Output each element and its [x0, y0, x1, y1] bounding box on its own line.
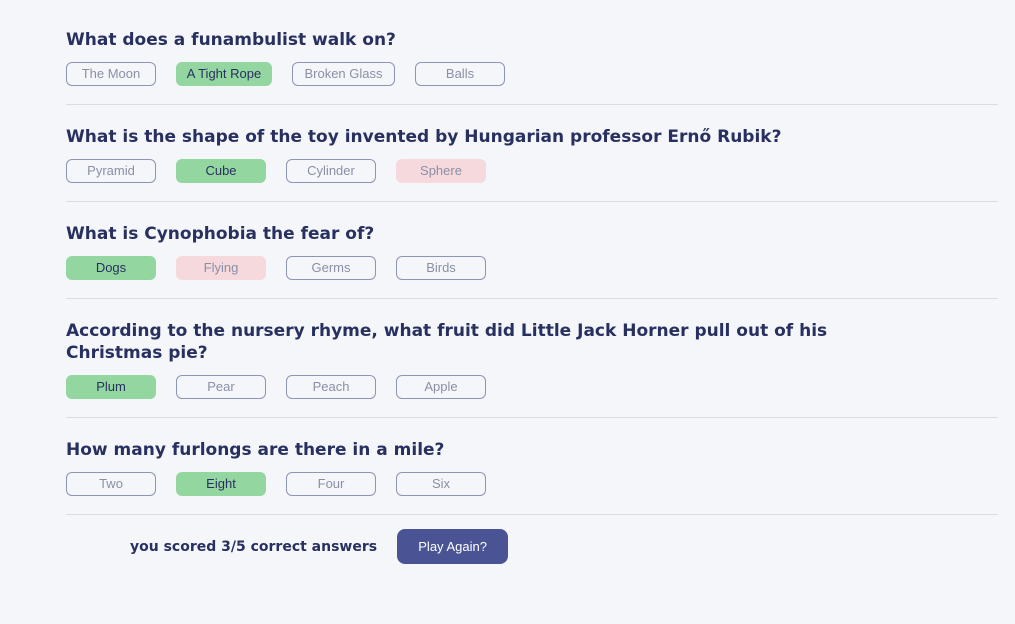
answer-option-correct[interactable]: Cube	[176, 159, 266, 183]
question-text: What is Cynophobia the fear of?	[66, 224, 375, 244]
answer-option[interactable]: Six	[396, 472, 486, 496]
quiz-results-page: What does a funambulist walk on? The Moo…	[0, 0, 1015, 624]
answer-option[interactable]: Broken Glass	[292, 62, 395, 86]
question-card: What is Cynophobia the fear of? Dogs Fly…	[66, 202, 998, 299]
score-text: you scored 3/5 correct answers	[130, 538, 378, 555]
question-card: What does a funambulist walk on? The Moo…	[66, 0, 998, 105]
answer-option-correct[interactable]: Eight	[176, 472, 266, 496]
answer-option[interactable]: Peach	[286, 375, 376, 399]
answer-options: Plum Pear Peach Apple	[66, 375, 998, 399]
play-again-button[interactable]: Play Again?	[397, 529, 509, 564]
answer-options: Two Eight Four Six	[66, 472, 998, 496]
answer-options: Pyramid Cube Cylinder Sphere	[66, 159, 998, 183]
answer-option[interactable]: Four	[286, 472, 376, 496]
answer-option[interactable]: Germs	[286, 256, 376, 280]
answer-option[interactable]: Pyramid	[66, 159, 156, 183]
answer-option[interactable]: Pear	[176, 375, 266, 399]
answer-option-correct[interactable]: A Tight Rope	[176, 62, 272, 86]
answer-option-correct[interactable]: Plum	[66, 375, 156, 399]
question-text: According to the nursery rhyme, what fru…	[66, 321, 828, 363]
questions-list: What does a funambulist walk on? The Moo…	[66, 0, 998, 515]
answer-options: Dogs Flying Germs Birds	[66, 256, 998, 280]
answer-option[interactable]: Balls	[415, 62, 505, 86]
question-text: What does a funambulist walk on?	[66, 30, 396, 50]
answer-option[interactable]: Cylinder	[286, 159, 376, 183]
question-card: According to the nursery rhyme, what fru…	[66, 299, 998, 418]
question-text: What is the shape of the toy invented by…	[66, 127, 782, 147]
question-card: How many furlongs are there in a mile? T…	[66, 418, 998, 515]
answer-option[interactable]: The Moon	[66, 62, 156, 86]
question-text: How many furlongs are there in a mile?	[66, 440, 445, 460]
answer-option-correct[interactable]: Dogs	[66, 256, 156, 280]
question-card: What is the shape of the toy invented by…	[66, 105, 998, 202]
answer-options: The Moon A Tight Rope Broken Glass Balls	[66, 62, 998, 86]
score-footer: you scored 3/5 correct answers Play Agai…	[130, 529, 509, 564]
answer-option-wrong[interactable]: Sphere	[396, 159, 486, 183]
answer-option[interactable]: Two	[66, 472, 156, 496]
answer-option[interactable]: Apple	[396, 375, 486, 399]
answer-option-wrong[interactable]: Flying	[176, 256, 266, 280]
answer-option[interactable]: Birds	[396, 256, 486, 280]
